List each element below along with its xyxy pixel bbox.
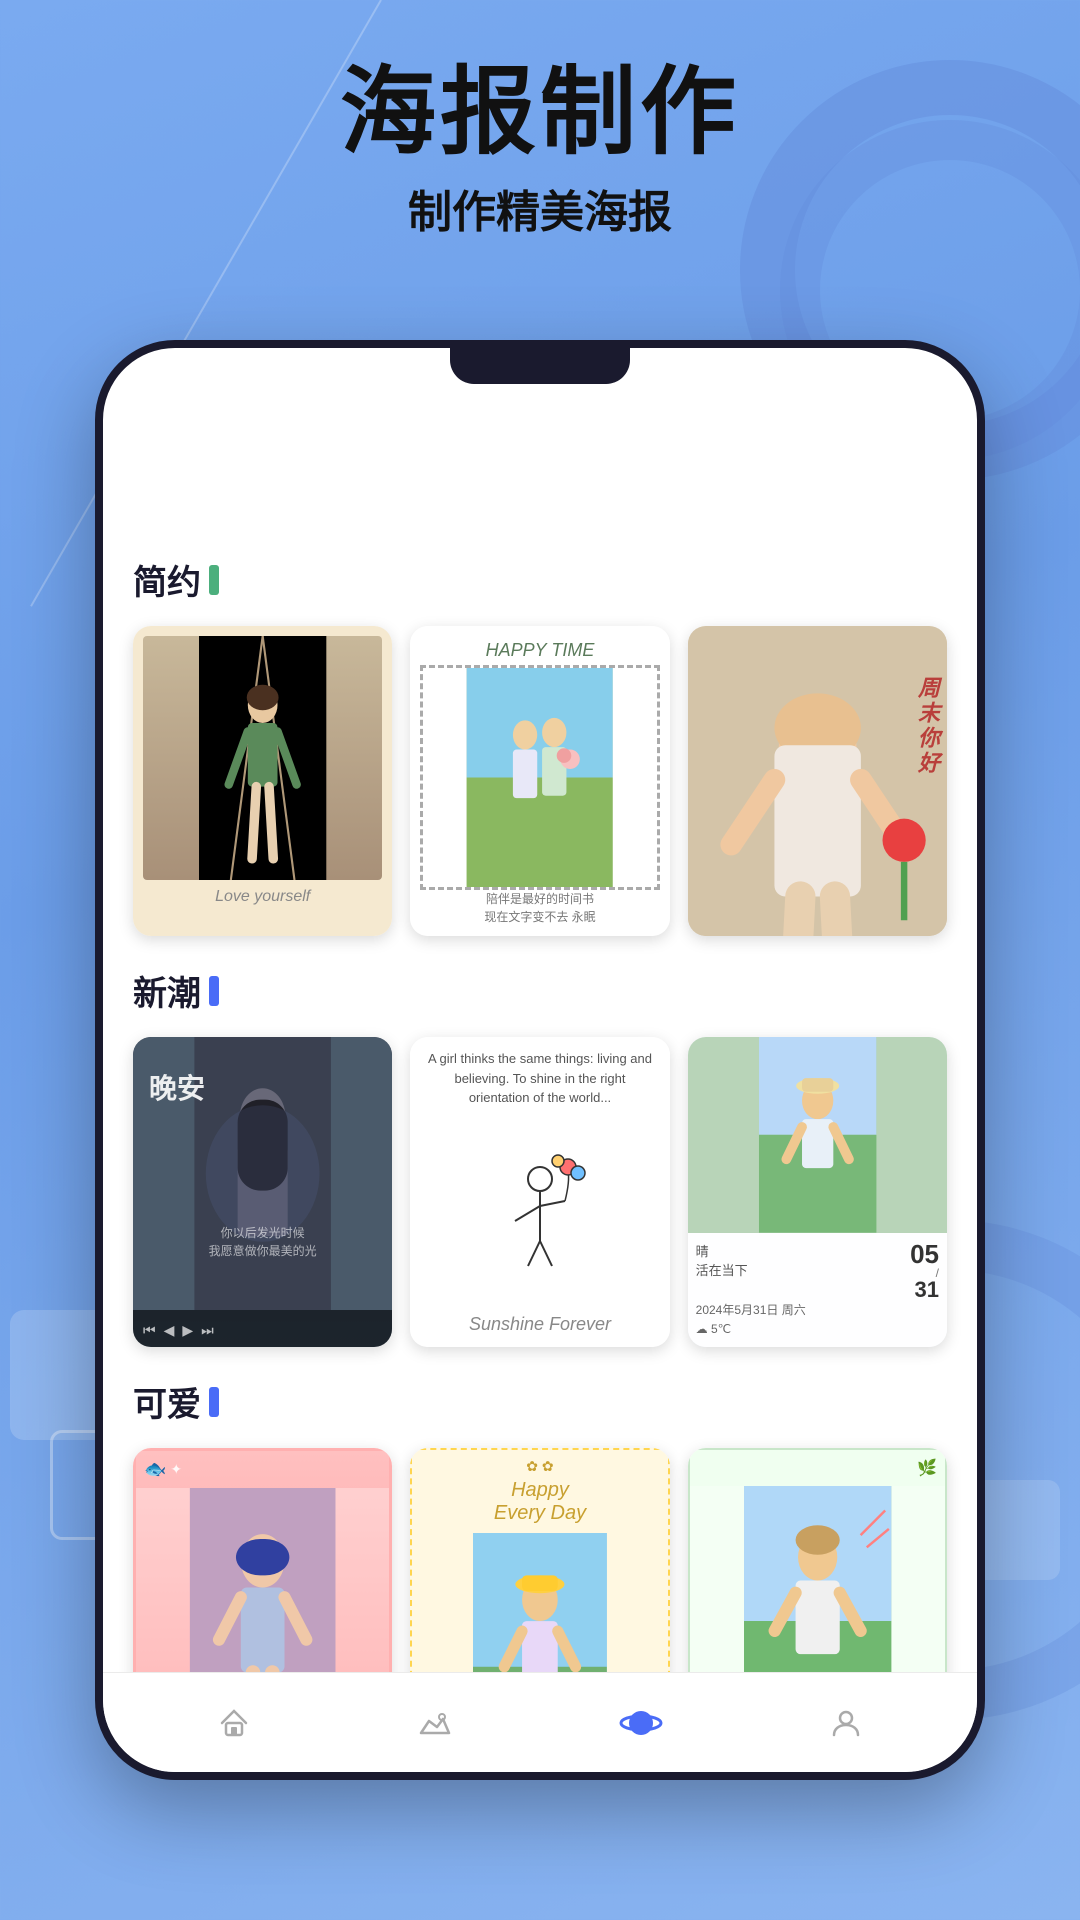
bottom-nav: [103, 1672, 977, 1772]
cute-yellow-photo: [473, 1533, 607, 1672]
template-cute-pink[interactable]: 🐟 ✦: [133, 1448, 392, 1672]
weather-photo: [688, 1037, 947, 1233]
happy-time-caption: 陪伴是最好的时间书现在文字变不去 永眠: [420, 890, 659, 926]
nav-home[interactable]: [216, 1705, 252, 1741]
cute-yellow-header: ✿ ✿ HappyEvery Day: [486, 1450, 594, 1533]
template-weather[interactable]: 晴 活在当下 05 / 31 2024年5月31日 周六☁ 5℃: [688, 1037, 947, 1347]
template-weekend[interactable]: HELLO, WEEKEND 周末你好: [688, 626, 947, 936]
cute-green-photo: [690, 1486, 945, 1672]
sketch-text-top: A girl thinks the same things: living an…: [422, 1049, 657, 1108]
app-title: 海报制作: [143, 428, 311, 489]
template-sketch[interactable]: A girl thinks the same things: living an…: [410, 1037, 669, 1347]
section-trendy-header: 新潮: [133, 966, 947, 1015]
section-simple-header: 简约: [133, 555, 947, 604]
weather-date: 05: [910, 1241, 939, 1267]
template-happy-time[interactable]: HAPPY TIME: [410, 626, 669, 936]
wanan-text: 晚安: [149, 1067, 205, 1107]
section-simple-accent: [209, 565, 219, 595]
happy-every-day-text: HappyEvery Day: [494, 1479, 586, 1525]
sparkle-icon: ✦: [887, 434, 937, 484]
main-title: 海报制作: [0, 60, 1080, 166]
cute-pink-header: 🐟 ✦: [136, 1451, 389, 1488]
cute-pink-label: ✦: [170, 1461, 182, 1478]
nav-planet[interactable]: [619, 1701, 663, 1745]
weather-details: 2024年5月31日 周六☁ 5℃: [696, 1301, 939, 1339]
phone-mockup: 海报制作 ✦ 简约: [95, 340, 985, 1780]
weather-info: 晴 活在当下 05 / 31 2024年5月31日 周六☁ 5℃: [688, 1233, 947, 1347]
sketch-label: Sunshine Forever: [469, 1314, 611, 1335]
happy-time-title: HAPPY TIME: [420, 636, 659, 665]
template-polaroid[interactable]: Love yourself: [133, 626, 392, 936]
template-cute-green[interactable]: 🌿: [688, 1448, 947, 1672]
polaroid-photo: [143, 636, 382, 880]
trendy-grid: 晚安 你以后发光时候我愿意做你最美的光 ⏮ ◀ ▶ ⏭: [133, 1037, 947, 1347]
profile-icon: [828, 1705, 864, 1741]
section-trendy-title: 新潮: [133, 966, 201, 1015]
section-cute-accent: [209, 1387, 219, 1417]
fish-icon: 🐟: [144, 1459, 166, 1480]
dark-music-controls: ⏮ ◀ ▶ ⏭: [133, 1310, 392, 1347]
header-area: 海报制作 制作精美海报: [0, 60, 1080, 240]
simple-grid: Love yourself HAPPY TIME: [133, 626, 947, 936]
home-icon: [216, 1705, 252, 1741]
weekend-photo: [688, 626, 947, 936]
wanan-sub-text: 你以后发光时候我愿意做你最美的光: [133, 1224, 392, 1260]
sub-title: 制作精美海报: [0, 176, 1080, 240]
template-dark-music[interactable]: 晚安 你以后发光时候我愿意做你最美的光 ⏮ ◀ ▶ ⏭: [133, 1037, 392, 1347]
weather-day-label: 晴: [696, 1241, 748, 1260]
weather-location: 活在当下: [696, 1260, 748, 1279]
section-cute-title: 可爱: [133, 1377, 201, 1426]
cute-pink-photo: [136, 1488, 389, 1672]
phone-screen[interactable]: 海报制作 ✦ 简约: [103, 348, 977, 1672]
section-trendy-accent: [209, 976, 219, 1006]
template-cute-yellow[interactable]: ✿ ✿ HappyEvery Day: [410, 1448, 669, 1672]
play-btn[interactable]: ▶: [182, 1322, 193, 1339]
cute-green-header: 🌿: [690, 1450, 945, 1486]
weather-day-num: 31: [910, 1279, 939, 1301]
next-btn[interactable]: ⏭: [201, 1322, 214, 1339]
gallery-icon: [417, 1705, 453, 1741]
weekend-big-text: 周末你好: [911, 676, 943, 776]
polaroid-label: Love yourself: [215, 888, 310, 906]
flower-icon: ✿ ✿: [494, 1458, 586, 1475]
sketch-art: [490, 1108, 590, 1315]
app-header: 海报制作 ✦: [133, 408, 947, 519]
cute-grid: 🐟 ✦: [133, 1448, 947, 1672]
nav-gallery[interactable]: [417, 1705, 453, 1741]
happy-time-photo: [420, 665, 659, 890]
section-cute-header: 可爱: [133, 1377, 947, 1426]
planet-icon: [619, 1701, 663, 1745]
dark-music-photo: 晚安 你以后发光时候我愿意做你最美的光: [133, 1037, 392, 1310]
phone-notch: [450, 348, 630, 384]
leaf-deco: 🌿: [917, 1458, 937, 1478]
nav-profile[interactable]: [828, 1705, 864, 1741]
prev-btn[interactable]: ⏮: [143, 1322, 156, 1339]
back-btn[interactable]: ◀: [164, 1322, 175, 1339]
section-simple-title: 简约: [133, 555, 201, 604]
